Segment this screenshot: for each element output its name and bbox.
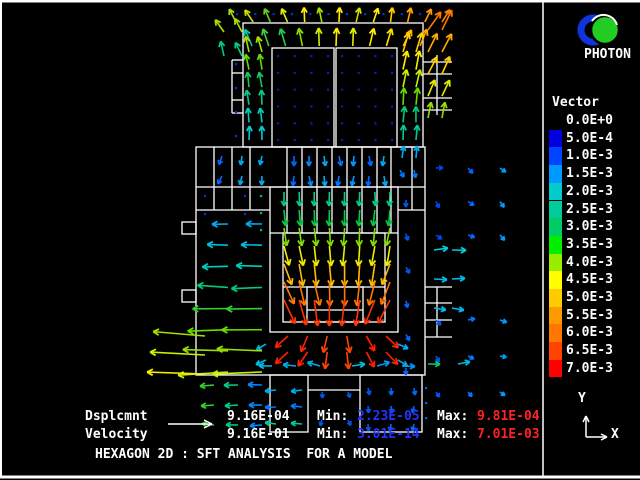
- displacement-ref-arrow-icon: [168, 420, 212, 428]
- legend-swatch: [549, 183, 562, 201]
- velocity-ref-value: 9.16E-01: [227, 428, 290, 442]
- analysis-title: HEXAGON 2D : SFT ANALYSIS FOR A MODEL: [95, 448, 392, 462]
- legend-swatch: [549, 307, 562, 325]
- velocity-max-label: Max:: [437, 428, 468, 442]
- legend-swatch: [549, 130, 562, 148]
- legend-level-label: 6.5E-3: [566, 344, 613, 358]
- legend-swatch: [549, 218, 562, 236]
- legend-swatch: [549, 236, 562, 254]
- legend-swatch: [549, 289, 562, 307]
- legend-swatch: [549, 324, 562, 342]
- legend-level-label: 3.0E-3: [566, 220, 613, 234]
- model-outline: [182, 23, 452, 432]
- legend-swatch: [549, 147, 562, 165]
- legend-level-label: 1.0E-3: [566, 149, 613, 163]
- velocity-max-value: 7.01E-03: [477, 428, 540, 442]
- displacement-max-label: Max:: [437, 410, 468, 424]
- velocity-min-value: 3.01E-14: [357, 428, 420, 442]
- legend-level-label: 6.0E-3: [566, 326, 613, 340]
- axis-x-label: X: [611, 428, 619, 442]
- legend-level-label: 0.0E+0: [566, 114, 613, 128]
- legend-level-label: 2.0E-3: [566, 185, 613, 199]
- brand-name: PHOTON: [584, 48, 631, 62]
- displacement-ref-value: 9.16E-04: [227, 410, 290, 424]
- legend-swatch: [549, 254, 562, 272]
- legend-swatch: [549, 342, 562, 360]
- photon-screen: PHOTON Vector 0.0E+0 5.0E-4 1.0E-3 1.5E-3 2.…: [0, 0, 640, 480]
- legend-level-label: 3.5E-3: [566, 238, 613, 252]
- vector-arrows: [147, 8, 507, 431]
- legend-title: Vector: [552, 96, 599, 110]
- velocity-min-label: Min:: [317, 428, 348, 442]
- legend-level-label: 7.0E-3: [566, 362, 613, 376]
- legend-level-label: 5.5E-3: [566, 309, 613, 323]
- legend-level-label: 2.5E-3: [566, 203, 613, 217]
- vector-field-plot: [0, 0, 640, 480]
- legend-swatch: [549, 360, 562, 378]
- legend-swatch: [549, 165, 562, 183]
- photon-logo-icon: [581, 15, 619, 44]
- legend-swatch: [549, 271, 562, 289]
- legend-level-label: 5.0E-3: [566, 291, 613, 305]
- displacement-min-label: Min:: [317, 410, 348, 424]
- legend-level-label: 1.5E-3: [566, 167, 613, 181]
- axis-y-label: Y: [578, 392, 586, 406]
- displacement-max-value: 9.81E-04: [477, 410, 540, 424]
- legend-level-label: 5.0E-4: [566, 132, 613, 146]
- displacement-min-value: 2.23E-05: [357, 410, 420, 424]
- displacement-label: Dsplcmnt: [85, 410, 148, 424]
- legend-swatch: [549, 201, 562, 219]
- axis-triad-icon: [583, 416, 607, 440]
- legend-level-label: 4.0E-3: [566, 256, 613, 270]
- velocity-label: Velocity: [85, 428, 148, 442]
- legend-level-label: 4.5E-3: [566, 273, 613, 287]
- screen-frame: [0, 0, 640, 478]
